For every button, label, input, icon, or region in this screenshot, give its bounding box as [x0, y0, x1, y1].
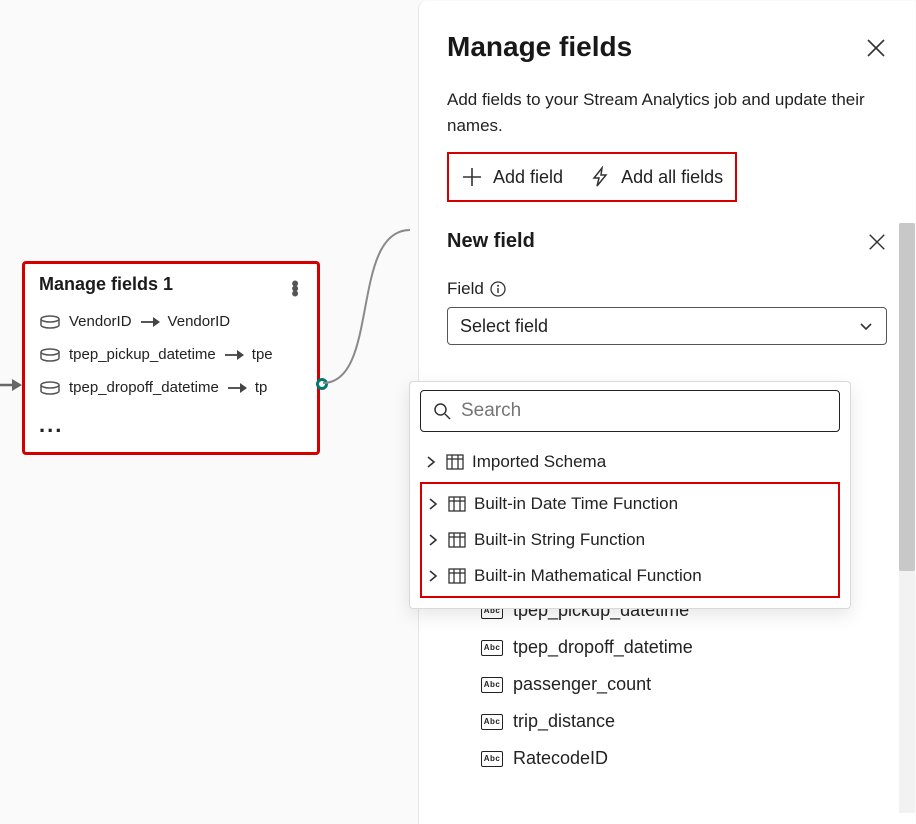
- field-to: tpe: [252, 346, 273, 363]
- schema-tree: Imported Schema Built-in Date Time Funct…: [420, 444, 840, 598]
- chevron-right-icon: [426, 497, 440, 511]
- tree-item-label: Built-in Date Time Function: [474, 494, 678, 514]
- plus-icon: [461, 166, 483, 188]
- field-icon: [39, 348, 61, 362]
- panel-subtitle: Add fields to your Stream Analytics job …: [447, 87, 877, 138]
- field-picker-flyout: Imported Schema Built-in Date Time Funct…: [409, 381, 851, 609]
- add-all-fields-label: Add all fields: [621, 167, 723, 188]
- search-icon: [433, 402, 451, 420]
- schema-icon: [448, 568, 466, 584]
- add-field-label: Add field: [493, 167, 563, 188]
- node-more-rows[interactable]: ...: [39, 404, 303, 438]
- tree-item-math-fn[interactable]: Built-in Mathematical Function: [422, 558, 838, 594]
- add-field-button[interactable]: Add field: [457, 162, 567, 192]
- field-from: VendorID: [69, 313, 132, 330]
- search-input[interactable]: [461, 400, 827, 422]
- panel-scrollbar[interactable]: [899, 223, 915, 813]
- field-option[interactable]: Abctrip_distance: [475, 703, 859, 740]
- builtin-functions-highlight: Built-in Date Time Function Built-in Str…: [420, 482, 840, 598]
- map-arrow-icon: [140, 316, 160, 328]
- schema-icon: [446, 454, 464, 470]
- tree-item-string-fn[interactable]: Built-in String Function: [422, 522, 838, 558]
- search-box[interactable]: [420, 390, 840, 432]
- type-string-icon: Abc: [481, 751, 503, 767]
- node-more-menu[interactable]: •••: [287, 277, 303, 292]
- field-option[interactable]: AbcRatecodeID: [475, 740, 859, 777]
- select-field-dropdown[interactable]: Select field: [447, 307, 887, 345]
- panel-title: Manage fields: [447, 31, 632, 63]
- type-string-icon: Abc: [481, 714, 503, 730]
- chevron-right-icon: [424, 455, 438, 469]
- field-icon: [39, 381, 61, 395]
- scrollbar-thumb[interactable]: [899, 223, 915, 571]
- schema-icon: [448, 532, 466, 548]
- node-output-port[interactable]: [316, 378, 328, 390]
- chevron-right-icon: [426, 569, 440, 583]
- field-label: Field: [447, 279, 484, 299]
- tree-item-label: Built-in Mathematical Function: [474, 566, 702, 586]
- chevron-right-icon: [426, 533, 440, 547]
- field-option[interactable]: Abcpassenger_count: [475, 666, 859, 703]
- select-placeholder: Select field: [460, 316, 548, 337]
- field-mapping-row: tpep_dropoff_datetime tp: [39, 371, 303, 404]
- map-arrow-icon: [224, 349, 244, 361]
- node-connector: [320, 225, 410, 395]
- tree-item-imported-schema[interactable]: Imported Schema: [420, 444, 840, 480]
- field-to: VendorID: [168, 313, 231, 330]
- map-arrow-icon: [227, 382, 247, 394]
- field-option[interactable]: Abctpep_dropoff_datetime: [475, 629, 859, 666]
- field-from: tpep_dropoff_datetime: [69, 379, 219, 396]
- tree-item-label: Built-in String Function: [474, 530, 645, 550]
- field-to: tp: [255, 379, 268, 396]
- add-all-fields-button[interactable]: Add all fields: [585, 162, 727, 192]
- node-manage-fields[interactable]: Manage fields 1 ••• VendorID VendorID tp…: [22, 261, 320, 455]
- node-title: Manage fields 1: [39, 274, 173, 295]
- close-icon[interactable]: [865, 37, 887, 59]
- field-icon: [39, 315, 61, 329]
- field-mapping-row: VendorID VendorID: [39, 305, 303, 338]
- type-string-icon: Abc: [481, 640, 503, 656]
- tree-item-datetime-fn[interactable]: Built-in Date Time Function: [422, 486, 838, 522]
- type-string-icon: Abc: [481, 677, 503, 693]
- lightning-icon: [589, 166, 611, 188]
- schema-icon: [448, 496, 466, 512]
- input-connector-arrow: [0, 375, 22, 395]
- action-row-highlight: Add field Add all fields: [447, 152, 737, 202]
- field-mapping-row: tpep_pickup_datetime tpe: [39, 338, 303, 371]
- close-new-field-icon[interactable]: [867, 232, 887, 252]
- info-icon[interactable]: [490, 281, 506, 297]
- field-from: tpep_pickup_datetime: [69, 346, 216, 363]
- chevron-down-icon: [858, 318, 874, 334]
- tree-item-label: Imported Schema: [472, 452, 606, 472]
- new-field-heading: New field: [447, 230, 535, 253]
